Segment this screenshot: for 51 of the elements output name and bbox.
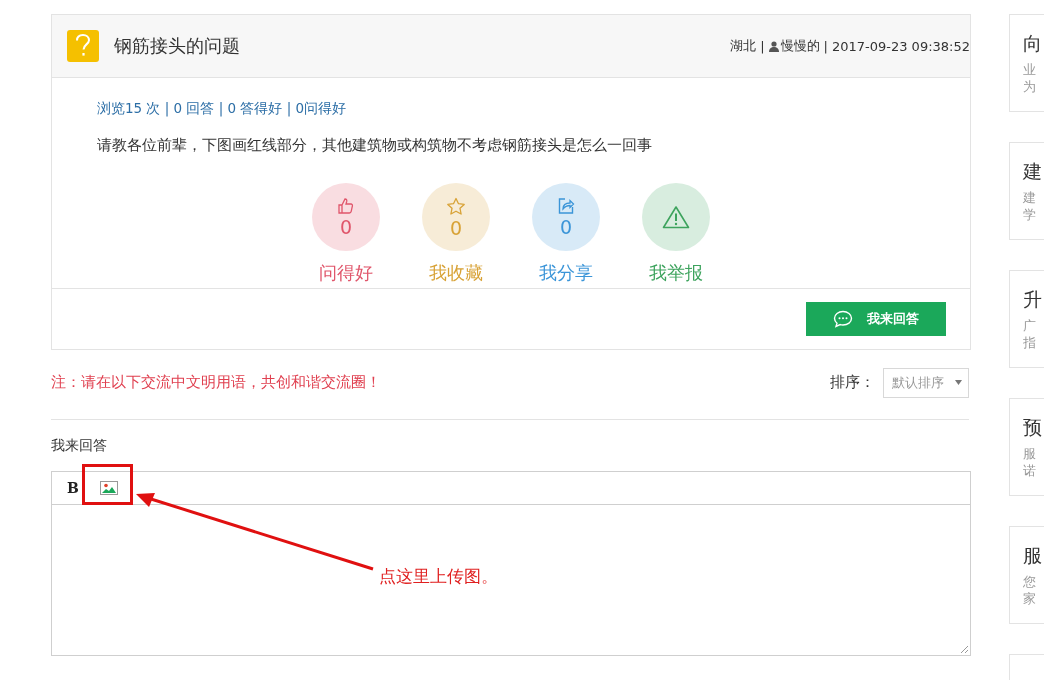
card-text: 业	[1023, 61, 1037, 78]
separator: |	[760, 38, 765, 54]
notice-text: 注：请在以下交流中文明用语，共创和谐交流圈！	[51, 373, 381, 392]
warning-icon	[662, 205, 690, 229]
card-title: 预	[1023, 415, 1043, 439]
action-label: 问得好	[319, 261, 373, 285]
question-text: 请教各位前辈，下图画红线部分，其他建筑物或构筑物不考虑钢筋接头是怎么一回事	[97, 136, 653, 155]
chat-icon	[833, 310, 853, 328]
question-stats: 浏览15 次 | 0 回答 | 0 答得好 | 0问得好	[97, 100, 348, 118]
card-text: 家	[1023, 590, 1037, 607]
share-icon	[557, 197, 575, 215]
sort-label: 排序：	[830, 373, 875, 392]
card-title: 服	[1023, 543, 1043, 567]
annotation-text: 点这里上传图。	[379, 566, 498, 588]
count-text: 0	[449, 217, 463, 238]
info-card[interactable]: 预 服 诺	[1009, 398, 1044, 496]
card-text: 您	[1023, 573, 1037, 590]
card-title: 向	[1023, 31, 1043, 55]
count-text: 0	[559, 217, 573, 237]
card-text: 为	[1023, 78, 1037, 95]
card-text: 广	[1023, 317, 1037, 334]
action-label: 我举报	[649, 261, 703, 285]
card-text: 学	[1023, 206, 1037, 223]
thumbs-up-icon	[337, 197, 355, 215]
user-icon	[768, 40, 779, 52]
card-title: 升	[1023, 287, 1043, 311]
card-text: 服	[1023, 445, 1037, 462]
card-text: 诺	[1023, 462, 1037, 479]
meta-text: 湖北	[730, 37, 757, 55]
card-text: 指	[1023, 334, 1037, 351]
question-title: 钢筋接头的问题	[114, 34, 241, 58]
image-icon	[100, 481, 118, 495]
card-title: 建	[1023, 159, 1043, 183]
action-label: 我收藏	[429, 261, 483, 285]
card-text: 建	[1023, 189, 1037, 206]
editor-label: 我来回答	[51, 437, 108, 455]
highlight-box	[82, 464, 133, 505]
user-name[interactable]: 慢慢的	[780, 37, 820, 55]
count-text: 0	[339, 217, 353, 237]
meta-text: 2017-09-23 09:38:52	[831, 38, 970, 54]
info-card[interactable]: 升 广 指	[1009, 270, 1044, 368]
info-card[interactable]: 服 您 家	[1009, 526, 1044, 624]
separator: |	[823, 38, 828, 54]
star-icon	[446, 196, 466, 216]
resize-grip-icon[interactable]	[960, 645, 969, 654]
action-label: 我分享	[539, 261, 593, 285]
bold-button[interactable]: B	[61, 472, 85, 504]
info-card[interactable]: 建 建 学	[1009, 142, 1044, 240]
caret-icon	[955, 380, 962, 385]
info-card[interactable]: 向 业 为	[1009, 14, 1044, 112]
question-icon	[67, 30, 99, 62]
